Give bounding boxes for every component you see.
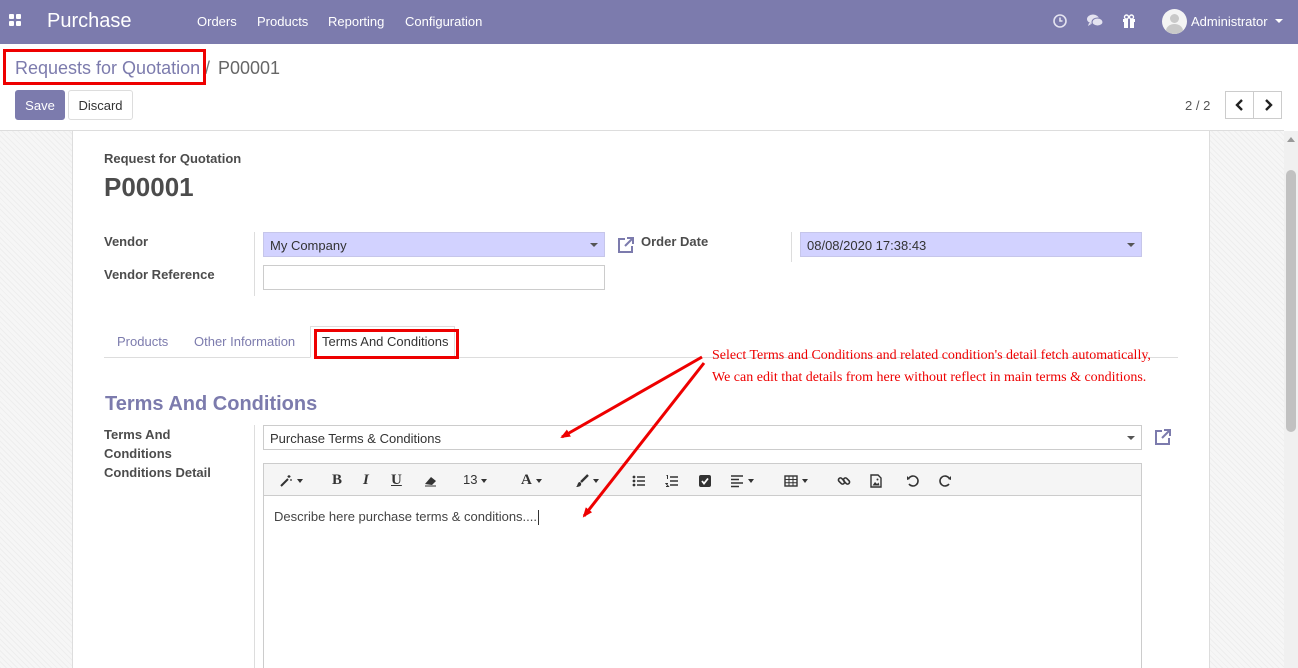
apps-grid-icon[interactable] xyxy=(9,14,22,27)
section-title: Terms And Conditions xyxy=(105,393,318,415)
font-size-dropdown[interactable]: 13 xyxy=(463,472,488,488)
chevron-right-icon[interactable] xyxy=(1253,91,1282,119)
chat-icon[interactable] xyxy=(1086,13,1104,29)
undo-icon[interactable] xyxy=(906,472,920,488)
bold-icon[interactable]: B xyxy=(332,472,342,488)
label-divider xyxy=(254,425,255,668)
external-link-icon[interactable] xyxy=(1153,427,1173,447)
editor-content[interactable]: Describe here purchase terms & condition… xyxy=(274,509,540,526)
breadcrumb-current: P00001 xyxy=(218,58,281,78)
scroll-up-arrow[interactable] xyxy=(1287,137,1295,142)
chevron-down-icon[interactable] xyxy=(1275,19,1283,23)
user-name[interactable]: Administrator xyxy=(1191,14,1268,29)
align-icon[interactable] xyxy=(730,472,754,488)
gift-icon[interactable] xyxy=(1121,13,1137,29)
chevron-left-icon[interactable] xyxy=(1225,91,1254,119)
conditions-detail-label: Conditions Detail xyxy=(104,465,211,480)
pager-value: 2 / 2 xyxy=(1185,98,1211,113)
vendor-reference-input[interactable] xyxy=(263,265,605,290)
label-divider xyxy=(254,232,255,296)
image-icon[interactable] xyxy=(869,472,883,488)
terms-label-line-1: Terms And xyxy=(104,427,171,442)
avatar[interactable] xyxy=(1162,9,1187,34)
tab-products[interactable]: Products xyxy=(117,334,168,349)
menu-orders[interactable]: Orders xyxy=(197,14,237,29)
annotation-line-1: Select Terms and Conditions and related … xyxy=(712,348,1151,363)
paint-brush-icon[interactable] xyxy=(575,472,599,488)
text-cursor xyxy=(538,510,540,526)
bullet-list-icon[interactable] xyxy=(632,472,646,488)
link-icon[interactable] xyxy=(837,472,851,488)
numbered-list-icon[interactable] xyxy=(664,472,679,488)
save-button[interactable]: Save xyxy=(15,90,65,120)
terms-label-line-2: Conditions xyxy=(104,446,172,461)
menu-products[interactable]: Products xyxy=(257,14,308,29)
label-divider xyxy=(791,232,792,262)
underline-icon[interactable]: U xyxy=(391,472,402,488)
checklist-icon[interactable] xyxy=(698,472,712,488)
order-date-label: Order Date xyxy=(641,234,709,249)
redo-icon[interactable] xyxy=(938,472,952,488)
annotation-line-2: We can edit that details from here witho… xyxy=(712,370,1147,385)
italic-icon[interactable]: I xyxy=(363,472,369,488)
app-name: Purchase xyxy=(47,10,132,32)
vendor-reference-label: Vendor Reference xyxy=(104,267,215,282)
discard-button[interactable]: Discard xyxy=(68,90,133,120)
highlight-box-tab xyxy=(314,329,459,359)
table-icon[interactable] xyxy=(784,472,808,488)
terms-select[interactable]: Purchase Terms & Conditions xyxy=(263,425,1142,450)
menu-reporting[interactable]: Reporting xyxy=(328,14,384,29)
tab-other-information[interactable]: Other Information xyxy=(194,334,295,349)
vendor-label: Vendor xyxy=(104,234,149,249)
form-subtitle: Request for Quotation xyxy=(104,151,242,166)
clock-icon[interactable] xyxy=(1052,13,1068,29)
form-title: P00001 xyxy=(104,172,194,202)
font-color-icon[interactable]: A xyxy=(521,472,542,488)
magic-wand-icon[interactable] xyxy=(279,472,303,488)
order-date-field[interactable]: 08/08/2020 17:38:43 xyxy=(800,232,1142,257)
top-navbar: Purchase Orders Products Reporting Confi… xyxy=(0,0,1298,44)
external-link-icon[interactable] xyxy=(616,235,636,255)
scrollbar-thumb[interactable] xyxy=(1286,170,1296,432)
menu-configuration[interactable]: Configuration xyxy=(405,14,482,29)
vendor-select[interactable]: My Company xyxy=(263,232,605,257)
eraser-icon[interactable] xyxy=(423,472,438,488)
highlight-box-breadcrumb xyxy=(3,49,206,85)
